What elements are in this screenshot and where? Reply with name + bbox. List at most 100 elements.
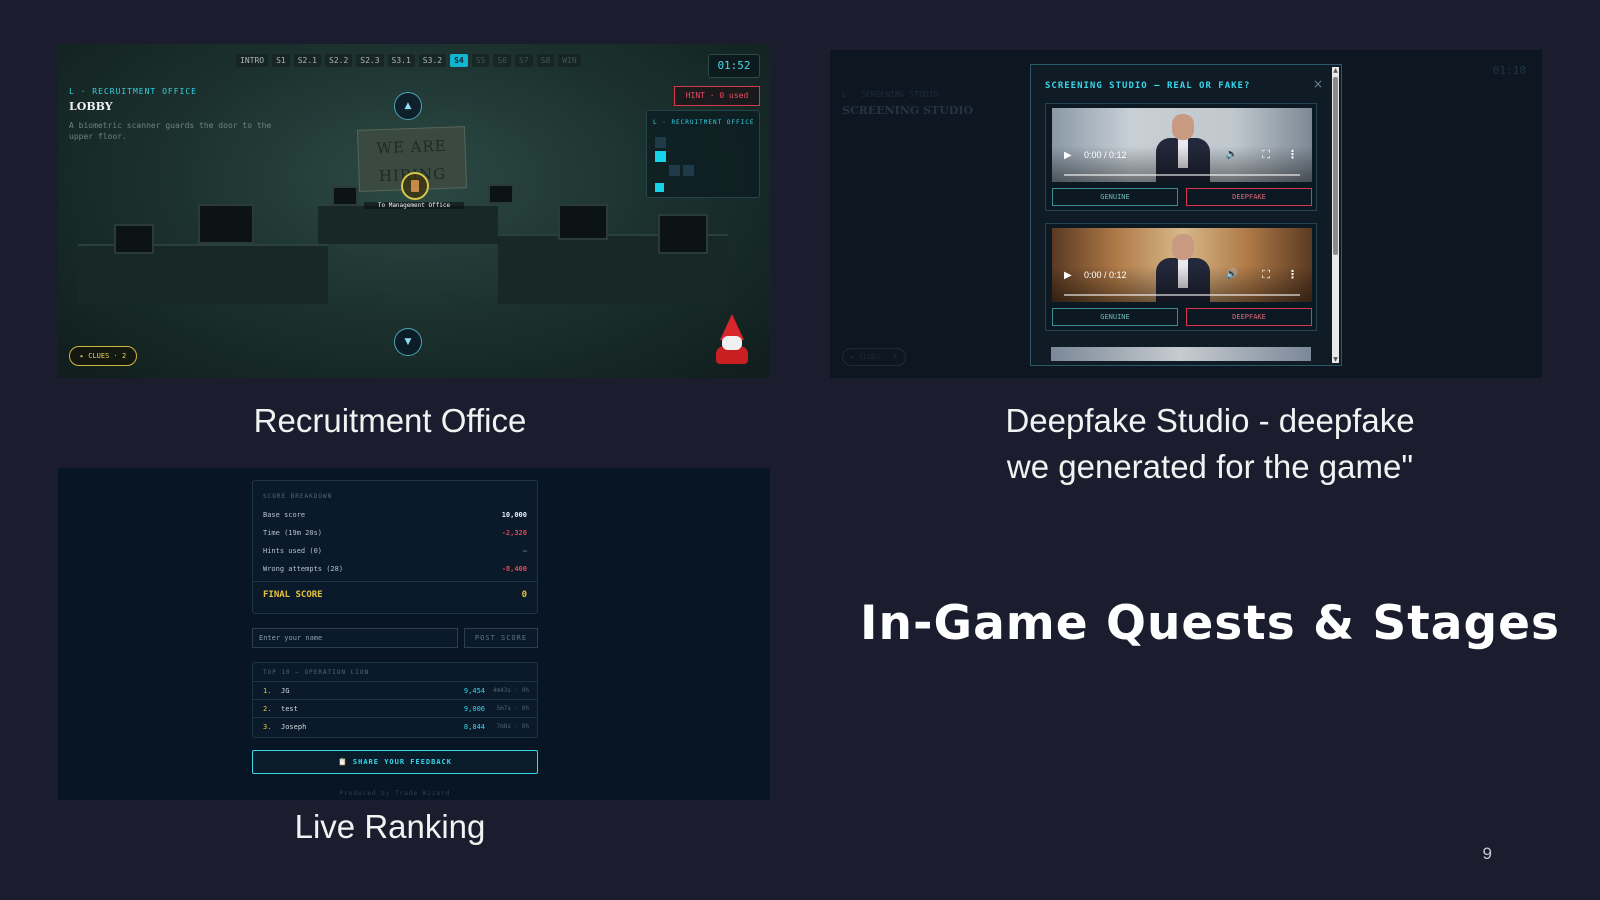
room-title: LOBBY [69,100,113,113]
minimap-current-room [655,151,666,162]
video-time: 0:00 / 0:12 [1084,150,1127,160]
stage-tab-s5[interactable]: S5 [471,54,490,67]
stage-tab-s6[interactable]: S6 [493,54,511,67]
deepfake-button[interactable]: DEEPFAKE [1186,308,1312,326]
door-label: To Management Office [364,202,464,209]
score-row-value: -2,320 [501,529,527,537]
minimap-title: L · RECRUITMENT OFFICE [653,119,755,126]
more-options-icon[interactable]: ⋮ [1287,268,1298,281]
more-options-icon[interactable]: ⋮ [1287,148,1298,161]
video-card: ▶ 0:00 / 0:12 🔊 ⛶ ⋮ GENUINE DEEPFAKE [1045,223,1317,331]
fullscreen-icon[interactable]: ⛶ [1262,148,1270,162]
score-row: Hints used (0) — [263,547,527,563]
video-controls: ▶ 0:00 / 0:12 🔊 ⛶ ⋮ [1052,266,1312,302]
score-row-label: Base score [263,511,306,519]
deepfake-button[interactable]: DEEPFAKE [1186,188,1312,206]
page-number: 9 [1482,844,1492,863]
score-row: Base score 10,000 [263,511,527,527]
play-icon[interactable]: ▶ [1064,270,1072,281]
score-row-label: Hints used (0) [263,547,323,555]
background-timer: 01:18 [1492,64,1526,77]
video-controls: ▶ 0:00 / 0:12 🔊 ⛶ ⋮ [1052,146,1312,182]
location-label: L · RECRUITMENT OFFICE [69,87,197,96]
name-input[interactable]: Enter your name [252,628,458,648]
nav-down-arrow-icon[interactable]: ▼ [394,328,422,356]
minimap-room [683,165,694,176]
leaderboard-meta: 7m8s · 0h [496,723,529,730]
close-icon[interactable]: × [1313,77,1323,91]
video-player-partial[interactable] [1051,347,1311,361]
share-feedback-button[interactable]: 📋 SHARE YOUR FEEDBACK [252,750,538,774]
final-score-label: FINAL SCORE [263,590,323,600]
genuine-button[interactable]: GENUINE [1052,188,1178,206]
game-timer: 01:52 [708,54,760,78]
stage-tab-s8[interactable]: S8 [536,54,555,67]
score-row: Time (19m 20s) -2,320 [263,529,527,545]
recruitment-office-screenshot: WE ARE HIRING INTROS1S2.1S2.2S2.3S3.1S3.… [58,44,770,378]
minimap-floor-indicator[interactable] [655,183,664,192]
caption-deepfake: Deepfake Studio - deepfake we generated … [880,398,1540,490]
stage-tab-intro[interactable]: INTRO [236,54,269,67]
stage-tab-s2-1[interactable]: S2.1 [293,54,321,67]
post-score-button[interactable]: POST SCORE [464,628,538,648]
video-player[interactable]: ▶ 0:00 / 0:12 🔊 ⛶ ⋮ [1052,108,1312,182]
desk [318,204,498,244]
background-room-title: SCREENING STUDIO [842,104,974,117]
clues-button[interactable]: ▸ CLUES · 2 [69,346,137,366]
hint-button[interactable]: HINT · 0 used [674,86,760,106]
nav-up-arrow-icon[interactable]: ▲ [394,92,422,120]
door-hotspot-icon[interactable] [401,172,429,200]
stage-tab-s2-2[interactable]: S2.2 [325,54,353,67]
scroll-up-icon[interactable]: ▲ [1332,67,1339,74]
leaderboard-row: 2. test 9,006 5m7s · 0h [253,699,537,717]
caption-recruitment: Recruitment Office [253,402,527,439]
video-progress-track[interactable] [1064,294,1300,296]
wizard-mascot-icon[interactable] [710,314,754,364]
screening-modal: SCREENING STUDIO — REAL OR FAKE? × ▲ ▼ ▶… [1030,64,1342,366]
deepfake-studio-screenshot: L · SCREENING STUDIO SCREENING STUDIO 01… [830,50,1542,378]
video-time: 0:00 / 0:12 [1084,270,1127,280]
stage-tab-s2-3[interactable]: S2.3 [356,54,384,67]
leaderboard-score: 9,006 [463,705,485,713]
volume-icon[interactable]: 🔊 [1226,149,1238,160]
modal-title: SCREENING STUDIO — REAL OR FAKE? [1045,81,1251,91]
monitor [488,184,514,204]
modal-scrollbar[interactable]: ▲ ▼ [1332,67,1339,363]
genuine-button[interactable]: GENUINE [1052,308,1178,326]
monitor [198,204,254,244]
minimap-room [655,137,666,148]
monitor [658,214,708,254]
banner-line-1: WE ARE [376,136,447,158]
scrollbar-thumb[interactable] [1333,77,1338,255]
volume-icon[interactable]: 🔊 [1226,269,1238,280]
stage-tab-win[interactable]: WIN [558,54,581,67]
play-icon[interactable]: ▶ [1064,150,1072,161]
stage-tab-s4[interactable]: S4 [450,54,468,67]
caption-deepfake-line-2: we generated for the game" [1006,448,1414,485]
leaderboard-name: Joseph [281,723,307,731]
leaderboard-rank: 1. [263,687,272,695]
leaderboard-score: 9,454 [463,687,485,695]
leaderboard-meta: 4m43s · 0h [492,687,529,694]
leaderboard-rank: 3. [263,723,272,731]
stage-tab-s7[interactable]: S7 [514,54,533,67]
final-score-row: FINAL SCORE 0 [253,581,537,611]
final-score-value: 0 [521,590,527,600]
video-progress-track[interactable] [1064,174,1300,176]
stage-tab-s1[interactable]: S1 [272,54,290,67]
fullscreen-icon[interactable]: ⛶ [1262,268,1270,282]
score-row-value: -8,400 [501,565,527,573]
caption-deepfake-line-1: Deepfake Studio - deepfake [1005,402,1415,439]
score-row-value: — [522,547,527,555]
score-breakdown-title: SCORE BREAKDOWN [263,493,333,500]
score-row-label: Time (19m 20s) [263,529,323,537]
scroll-down-icon[interactable]: ▼ [1332,356,1339,363]
video-player[interactable]: ▶ 0:00 / 0:12 🔊 ⛶ ⋮ [1052,228,1312,302]
score-breakdown-card: SCORE BREAKDOWN Base score 10,000 Time (19… [252,480,538,614]
stage-tab-s3-2[interactable]: S3.2 [418,54,447,67]
stage-tab-s3-1[interactable]: S3.1 [387,54,415,67]
leaderboard-row: 1. JG 9,454 4m43s · 0h [253,681,537,699]
slide-title: In-Game Quests & Stages [860,596,1560,651]
leaderboard-card: TOP 10 — OPERATION LION 1. JG 9,454 4m43s ·… [252,662,538,738]
minimap: L · RECRUITMENT OFFICE [646,110,760,198]
